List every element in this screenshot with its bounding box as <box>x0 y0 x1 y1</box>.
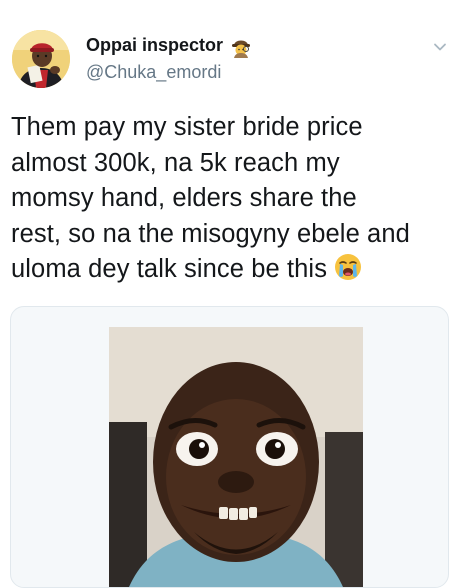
avatar[interactable] <box>12 30 70 88</box>
tweet-text: Them pay my sister bride price almost 30… <box>11 110 451 288</box>
tweet: Oppai inspector @Chuka_emordi Them pay m… <box>0 0 457 588</box>
avatar-image <box>12 30 70 88</box>
chevron-down-icon[interactable] <box>433 40 447 54</box>
detective-emoji-icon <box>230 36 252 58</box>
display-name[interactable]: Oppai inspector <box>86 35 223 56</box>
meme-photo[interactable] <box>109 327 363 587</box>
handle[interactable]: @Chuka_emordi <box>86 62 221 83</box>
tweet-text-line-last: uloma dey talk since be this <box>11 252 451 288</box>
tweet-text-line: almost 300k, na 5k reach my <box>11 148 340 177</box>
tweet-text-line: rest, so na the misogyny ebele and <box>11 219 410 248</box>
tweet-text-line: momsy hand, elders share the <box>11 184 357 212</box>
tweet-text-line: uloma dey talk since be this <box>11 255 328 283</box>
media-card[interactable] <box>10 306 449 588</box>
tweet-text-line: Them pay my sister bride price <box>11 113 363 141</box>
loudly-crying-face-emoji-icon <box>333 252 363 282</box>
